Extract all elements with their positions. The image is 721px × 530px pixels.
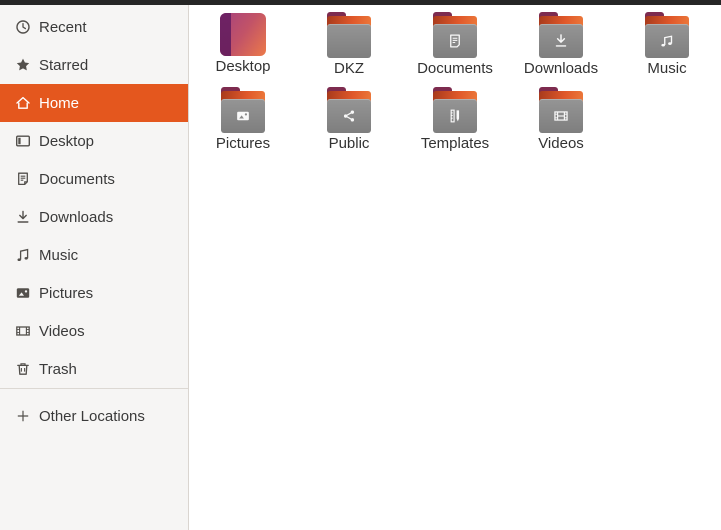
sidebar-item-label: Recent [39, 18, 87, 36]
trash-icon [15, 361, 31, 377]
file-grid-area: Desktop DKZ Documents Downloads Music Pi… [189, 5, 721, 530]
sidebar-places-list: Recent Starred Home Desktop Documents Do… [0, 8, 188, 388]
folder-label: DKZ [334, 60, 364, 77]
sidebar-item-label: Other Locations [39, 407, 145, 425]
folder-icon [325, 12, 373, 58]
sidebar-item-videos[interactable]: Videos [0, 312, 188, 350]
folder-label: Documents [417, 60, 493, 77]
sidebar-item-label: Desktop [39, 132, 95, 150]
sidebar-item-other-locations[interactable]: Other Locations [0, 397, 188, 435]
document-icon [15, 171, 31, 187]
sidebar-item-desktop[interactable]: Desktop [0, 122, 188, 160]
folder-icon [325, 87, 373, 133]
desktop-gradient-icon [220, 13, 266, 56]
sidebar-item-trash[interactable]: Trash [0, 350, 188, 388]
sidebar-item-starred[interactable]: Starred [0, 46, 188, 84]
sidebar: Recent Starred Home Desktop Documents Do… [0, 5, 189, 530]
sidebar-item-label: Trash [39, 360, 77, 378]
folder-label: Downloads [523, 60, 599, 77]
folder-item-public[interactable]: Public [296, 85, 402, 160]
desktop-icon [15, 133, 31, 149]
folder-item-videos[interactable]: Videos [508, 85, 614, 160]
star-icon [15, 57, 31, 73]
folder-icon [431, 87, 479, 133]
sidebar-item-label: Home [39, 94, 80, 112]
folder-label: Desktop [215, 58, 271, 75]
music-note-icon [15, 247, 31, 263]
share-glyph [340, 107, 358, 125]
folder-icon [537, 87, 585, 133]
download-icon [15, 209, 31, 225]
folder-item-downloads[interactable]: Downloads [508, 10, 614, 85]
sidebar-item-pictures[interactable]: Pictures [0, 274, 188, 312]
sidebar-item-home[interactable]: Home [0, 84, 188, 122]
document-glyph [447, 33, 464, 50]
folder-icon [431, 12, 479, 58]
clock-icon [15, 19, 31, 35]
film-icon [15, 323, 31, 339]
sidebar-item-music[interactable]: Music [0, 236, 188, 274]
sidebar-item-label: Documents [39, 170, 115, 188]
folder-icon [219, 87, 267, 133]
sidebar-item-label: Downloads [39, 208, 114, 226]
sidebar-item-recent[interactable]: Recent [0, 8, 188, 46]
folder-label: Templates [420, 135, 490, 152]
home-icon [15, 95, 31, 111]
folder-item-dkz[interactable]: DKZ [296, 10, 402, 85]
download-glyph [552, 32, 570, 50]
image-glyph [234, 107, 252, 125]
folder-icon [643, 12, 691, 58]
sidebar-item-downloads[interactable]: Downloads [0, 198, 188, 236]
file-manager-window: Recent Starred Home Desktop Documents Do… [0, 5, 721, 530]
plus-icon [15, 408, 31, 424]
folder-item-documents[interactable]: Documents [402, 10, 508, 85]
music-glyph [658, 32, 676, 50]
sidebar-item-label: Starred [39, 56, 89, 74]
sidebar-footer: Other Locations [0, 397, 188, 435]
image-icon [15, 285, 31, 301]
folder-label: Public [328, 135, 370, 152]
folder-item-desktop[interactable]: Desktop [190, 10, 296, 85]
file-grid: Desktop DKZ Documents Downloads Music Pi… [190, 10, 721, 160]
sidebar-item-label: Pictures [39, 284, 94, 302]
folder-label: Videos [538, 135, 584, 152]
folder-item-templates[interactable]: Templates [402, 85, 508, 160]
folder-item-pictures[interactable]: Pictures [190, 85, 296, 160]
templates-glyph [446, 107, 464, 125]
folder-item-music[interactable]: Music [614, 10, 720, 85]
folder-label: Pictures [215, 135, 271, 152]
sidebar-item-documents[interactable]: Documents [0, 160, 188, 198]
sidebar-separator [0, 388, 188, 389]
folder-label: Music [647, 60, 687, 77]
sidebar-item-label: Videos [39, 322, 85, 340]
folder-icon [537, 12, 585, 58]
film-glyph [552, 107, 570, 125]
sidebar-item-label: Music [39, 246, 79, 264]
